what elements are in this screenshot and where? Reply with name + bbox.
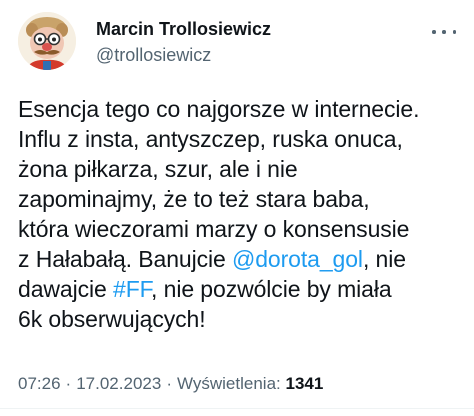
views-count: 1341 — [285, 374, 324, 393]
tweet-text-segment: Esencja tego co najgorsze w internecie. — [18, 96, 420, 122]
tweet-text-segment: , nie pozwólcie by miała — [151, 276, 392, 302]
tweet-header: Marcin Trollosiewicz @trollosiewicz — [18, 12, 456, 72]
mention-link[interactable]: @dorota_gol — [232, 246, 363, 272]
tweet-text-segment: która wieczorami marzy o konsensusie — [18, 216, 410, 242]
tweet-text-line: która wieczorami marzy o konsensusie — [18, 214, 468, 244]
divider — [0, 408, 474, 409]
author-display-name[interactable]: Marcin Trollosiewicz — [96, 18, 271, 40]
tweet-text-segment: dawajcie — [18, 276, 113, 302]
meta-separator: · — [65, 374, 72, 393]
more-icon-dot — [432, 30, 436, 34]
tweet-time[interactable]: 07:26 — [18, 374, 61, 393]
tweet-text-segment: żona piłkarza, szur, ale i nie — [18, 156, 298, 182]
tweet-text-line: 6k obserwujących! — [18, 304, 468, 334]
more-options-button[interactable] — [432, 24, 456, 40]
tweet-date[interactable]: 17.02.2023 — [76, 374, 161, 393]
avatar-image — [18, 12, 76, 70]
author-handle[interactable]: @trollosiewicz — [96, 44, 271, 66]
tweet-text-segment: 6k obserwujących! — [18, 306, 206, 332]
tweet-card: Marcin Trollosiewicz @trollosiewicz Esen… — [0, 0, 474, 416]
tweet-text-segment: Influ z insta, antyszczep, ruska onuca, — [18, 126, 403, 152]
tweet-text-line: Influ z insta, antyszczep, ruska onuca, — [18, 124, 468, 154]
tweet-text-line: żona piłkarza, szur, ale i nie — [18, 154, 468, 184]
tweet-text-segment: zapominajmy, że to też stara baba, — [18, 186, 370, 212]
author-info: Marcin Trollosiewicz @trollosiewicz — [96, 18, 271, 66]
tweet-text-line: dawajcie #FF, nie pozwólcie by miała — [18, 274, 468, 304]
meta-separator: · — [166, 374, 172, 393]
more-icon-dot — [442, 30, 446, 34]
views-label: Wyświetlenia: — [176, 374, 281, 393]
hashtag-link[interactable]: #FF — [113, 276, 151, 302]
tweet-metadata: 07:26 · 17.02.2023 · Wyświetlenia: 1341 — [18, 373, 323, 395]
tweet-text-segment: z Hałabałą. Banujcie — [18, 246, 232, 272]
more-icon-dot — [452, 30, 456, 34]
avatar[interactable] — [18, 12, 76, 70]
tweet-text: Esencja tego co najgorsze w internecie. I… — [18, 94, 468, 334]
tweet-text-line: z Hałabałą. Banujcie @dorota_gol, nie — [18, 244, 468, 274]
tweet-text-line: zapominajmy, że to też stara baba, — [18, 184, 468, 214]
tweet-text-line: Esencja tego co najgorsze w internecie. — [18, 94, 468, 124]
tweet-text-segment: , nie — [362, 246, 406, 272]
